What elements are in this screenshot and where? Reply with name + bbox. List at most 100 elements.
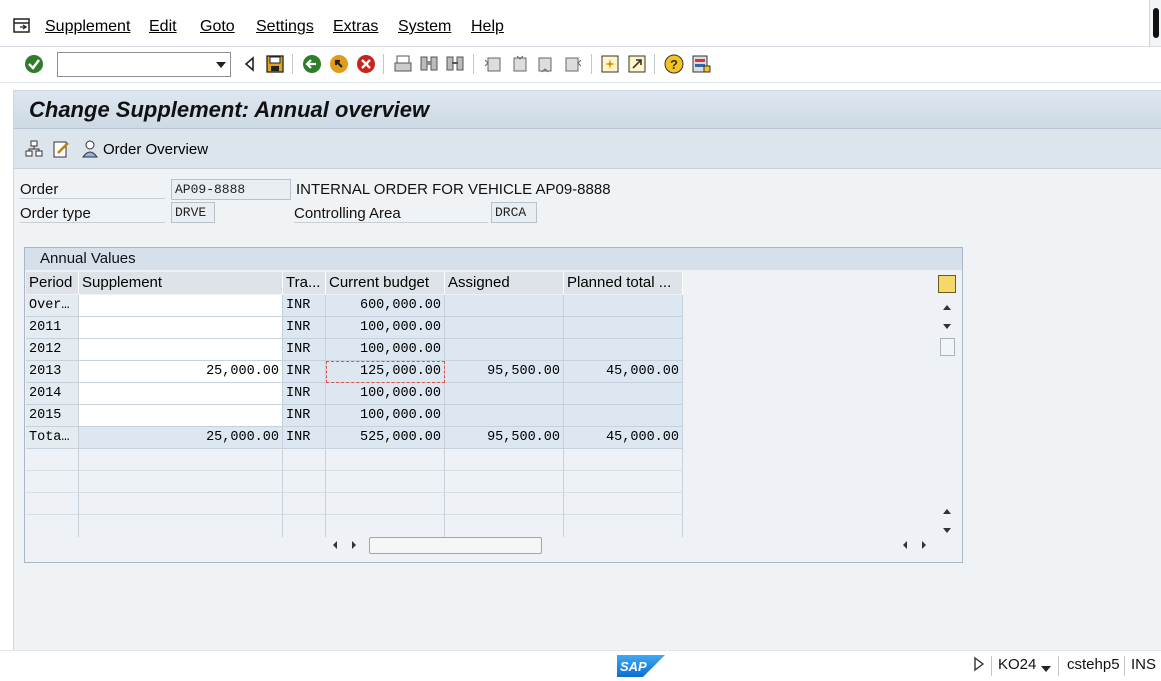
insert-mode[interactable]: INS	[1131, 656, 1156, 673]
scroll-down-icon[interactable]	[940, 321, 954, 333]
empty-cell	[564, 449, 683, 471]
scroll-left-icon[interactable]	[330, 538, 342, 554]
table-row: 2012 INR 100,000.00	[26, 339, 683, 361]
order-type-field[interactable]: DRVE	[171, 202, 215, 223]
period-cell: Tota…	[26, 427, 79, 449]
column-header-supplement[interactable]: Supplement	[79, 272, 283, 294]
empty-cell	[326, 493, 445, 515]
assigned-cell	[445, 383, 564, 405]
work-area: Change Supplement: Annual overview Order…	[13, 90, 1161, 650]
planned-total-cell	[564, 295, 683, 317]
column-header-period[interactable]: Period	[26, 272, 79, 294]
menu-system[interactable]: System	[398, 18, 451, 36]
find-icon[interactable]	[418, 53, 440, 75]
planned-total-cell: 45,000.00	[564, 427, 683, 449]
column-header-current-budget[interactable]: Current budget	[326, 272, 445, 294]
menu-goto[interactable]: Goto	[200, 18, 235, 36]
create-session-icon[interactable]	[599, 53, 621, 75]
status-divider	[1124, 656, 1125, 676]
chevron-down-icon[interactable]	[216, 62, 226, 68]
supplement-total-cell: 25,000.00	[79, 427, 283, 449]
status-divider	[991, 656, 992, 676]
find-next-icon[interactable]	[444, 53, 466, 75]
horizontal-scroll-thumb[interactable]	[369, 537, 542, 554]
supplement-input[interactable]	[79, 339, 283, 361]
empty-cell	[26, 449, 79, 471]
save-icon[interactable]	[264, 53, 286, 75]
enter-icon[interactable]	[23, 53, 45, 75]
order-field[interactable]: AP09-8888	[171, 179, 291, 200]
scroll-right-icon[interactable]	[349, 538, 361, 554]
system-menu-icon[interactable]	[12, 17, 32, 35]
toolbar-divider	[383, 54, 384, 74]
menu-extras[interactable]: Extras	[333, 18, 378, 36]
supplement-input[interactable]	[79, 405, 283, 427]
menu-help[interactable]: Help	[471, 18, 504, 36]
green-back-icon[interactable]	[301, 53, 323, 75]
scroll-up-icon[interactable]	[940, 301, 954, 313]
column-header-planned-total[interactable]: Planned total ...	[564, 272, 683, 294]
chevron-down-icon[interactable]	[1041, 660, 1051, 677]
cancel-icon[interactable]	[355, 53, 377, 75]
menu-edit[interactable]: Edit	[149, 18, 177, 36]
empty-cell	[283, 449, 326, 471]
vertical-scroll-thumb[interactable]	[940, 338, 955, 356]
period-cell: 2013	[26, 361, 79, 383]
command-field[interactable]	[57, 52, 231, 77]
customize-layout-icon[interactable]	[690, 53, 712, 75]
last-page-icon[interactable]	[562, 53, 584, 75]
table-row-total: Tota… 25,000.00 INR 525,000.00 95,500.00…	[26, 427, 683, 449]
order-description: INTERNAL ORDER FOR VEHICLE AP09-8888	[296, 181, 611, 198]
empty-cell	[26, 493, 79, 515]
current-budget-cell: 525,000.00	[326, 427, 445, 449]
scroll-up-icon[interactable]	[940, 505, 954, 517]
empty-cell	[445, 493, 564, 515]
command-input[interactable]	[58, 53, 208, 76]
help-icon[interactable]: ?	[663, 53, 685, 75]
next-page-icon[interactable]	[535, 53, 557, 75]
status-bar	[0, 650, 1161, 681]
period-cell: Over…	[26, 295, 79, 317]
empty-cell	[283, 515, 326, 537]
currency-cell: INR	[283, 339, 326, 361]
scroll-right-icon[interactable]	[919, 538, 931, 554]
supplement-input[interactable]	[79, 317, 283, 339]
supplement-input[interactable]	[79, 383, 283, 405]
print-icon[interactable]	[392, 53, 414, 75]
empty-cell	[326, 515, 445, 537]
menu-system-label: System	[398, 18, 452, 35]
period-cell: 2011	[26, 317, 79, 339]
column-header-assigned[interactable]: Assigned	[445, 272, 564, 294]
current-budget-cell-selected[interactable]: 125,000.00	[326, 361, 445, 383]
table-row: 2013 25,000.00 INR 125,000.00 95,500.00 …	[26, 361, 683, 383]
order-overview-button[interactable]: Order Overview	[80, 138, 208, 160]
hierarchy-icon[interactable]	[24, 138, 44, 160]
toolbar-divider	[292, 54, 293, 74]
exit-icon[interactable]	[328, 53, 350, 75]
column-header-transaction-currency[interactable]: Tra...	[283, 272, 326, 294]
period-cell: 2012	[26, 339, 79, 361]
toolbar-divider	[473, 54, 474, 74]
currency-cell: INR	[283, 383, 326, 405]
scroll-left-icon[interactable]	[900, 538, 912, 554]
empty-cell	[326, 449, 445, 471]
shortcut-icon[interactable]	[626, 53, 648, 75]
application-toolbar: Order Overview	[14, 129, 1161, 169]
empty-cell	[26, 515, 79, 537]
previous-page-icon[interactable]	[508, 53, 530, 75]
supplement-input[interactable]	[79, 295, 283, 317]
supplement-input[interactable]: 25,000.00	[79, 361, 283, 383]
controlling-area-field[interactable]: DRCA	[491, 202, 537, 223]
edit-document-icon[interactable]	[51, 138, 71, 160]
column-settings-icon[interactable]	[938, 275, 956, 293]
empty-cell	[79, 449, 283, 471]
empty-cell	[445, 471, 564, 493]
menu-settings[interactable]: Settings	[256, 18, 314, 36]
status-expand-icon[interactable]	[973, 656, 985, 676]
scroll-down-icon[interactable]	[940, 525, 954, 537]
menu-supplement[interactable]: Supplement	[45, 18, 130, 36]
back-icon[interactable]	[238, 53, 260, 75]
current-budget-cell: 100,000.00	[326, 405, 445, 427]
first-page-icon[interactable]	[482, 53, 504, 75]
annual-values-header: Annual Values	[25, 248, 962, 270]
